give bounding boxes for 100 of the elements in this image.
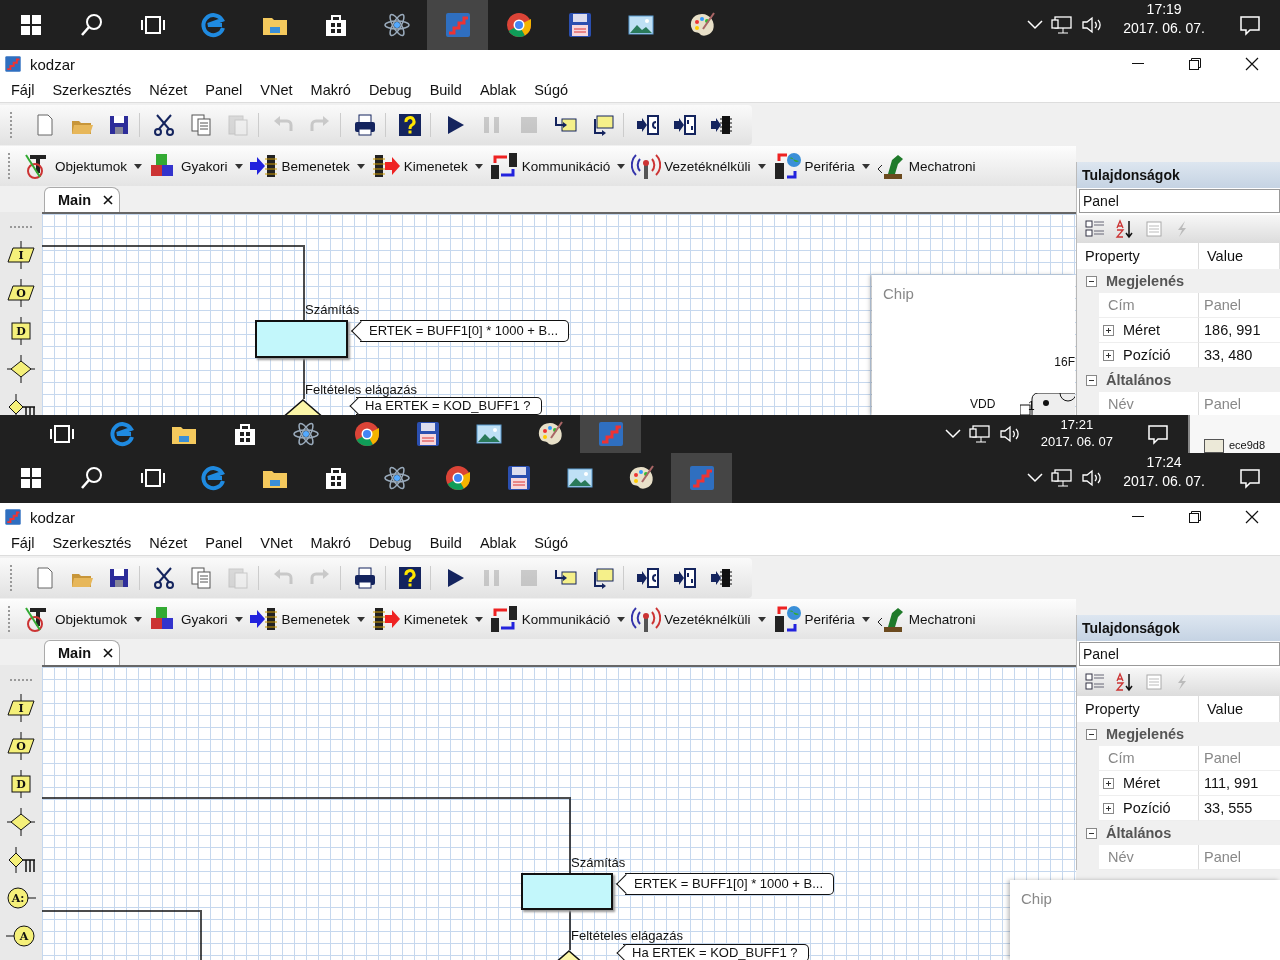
menu-item[interactable]: Súgó xyxy=(525,82,578,98)
toolbar-dropdown[interactable]: Bemenetek xyxy=(245,604,368,634)
notification-icon[interactable] xyxy=(1145,422,1170,446)
property-value[interactable]: 33, 480 xyxy=(1199,343,1280,368)
toolbar-dropdown[interactable]: Periféria xyxy=(768,151,873,181)
process-block[interactable] xyxy=(521,873,613,910)
copy-icon[interactable] xyxy=(189,112,213,137)
property-name[interactable]: Név xyxy=(1099,392,1199,415)
toolbar-dropdown[interactable]: Vezetéknélküli xyxy=(628,604,769,634)
clock[interactable]: 17:19 2017. 06. 07. xyxy=(1115,0,1219,50)
switch-diamond-icon[interactable] xyxy=(6,845,36,875)
expand-icon[interactable] xyxy=(1103,802,1114,814)
property-value[interactable]: Panel xyxy=(1199,845,1280,870)
categorized-icon[interactable] xyxy=(1085,672,1105,692)
minimize-icon[interactable] xyxy=(1131,516,1144,518)
object-selector[interactable]: Panel xyxy=(1079,189,1280,213)
speaker-icon[interactable] xyxy=(1081,15,1104,35)
network-icon[interactable] xyxy=(1051,15,1074,35)
menu-item[interactable]: Panel xyxy=(196,82,252,98)
property-name[interactable]: Cím xyxy=(1099,746,1199,771)
speaker-icon[interactable] xyxy=(1081,468,1104,488)
expand-icon[interactable] xyxy=(1103,349,1114,361)
arrow-chip-icon[interactable] xyxy=(636,565,660,590)
menu-item[interactable]: Build xyxy=(420,82,471,98)
menu-item[interactable]: Makró xyxy=(301,82,360,98)
menu-item[interactable]: Nézet xyxy=(140,535,197,551)
document-tab[interactable]: Main xyxy=(44,640,121,665)
network-icon[interactable] xyxy=(968,424,991,444)
close-icon[interactable] xyxy=(103,648,114,658)
collapse-icon[interactable] xyxy=(1086,374,1097,386)
property-name[interactable]: Cím xyxy=(1099,293,1199,318)
switch-diamond-icon[interactable] xyxy=(6,392,36,415)
toolbar-dropdown[interactable]: Mechatroni xyxy=(872,151,979,181)
step-out-icon[interactable] xyxy=(591,112,615,137)
close-icon[interactable] xyxy=(103,195,114,205)
collapse-icon[interactable] xyxy=(1086,728,1097,740)
categorized-icon[interactable] xyxy=(1085,219,1105,239)
help-icon[interactable] xyxy=(398,112,422,137)
document-tab[interactable]: Main xyxy=(44,187,121,212)
toolbar-dropdown[interactable]: Vezetéknélküli xyxy=(628,151,769,181)
arrow-chip-icon[interactable] xyxy=(673,112,697,137)
toolbar-dropdown[interactable]: Gyakori xyxy=(145,151,246,181)
toolbar-dropdown[interactable]: Objektumok xyxy=(19,604,146,634)
toolbar-dropdown[interactable]: Objektumok xyxy=(19,151,146,181)
toolbar-dropdown[interactable]: Kimenetek xyxy=(367,604,486,634)
step-out-icon[interactable] xyxy=(591,565,615,590)
arrow-chip-icon[interactable] xyxy=(673,565,697,590)
expand-icon[interactable] xyxy=(1103,324,1114,336)
clock[interactable]: 17:24 2017. 06. 07. xyxy=(1115,453,1219,503)
menu-item[interactable]: Build xyxy=(420,535,471,551)
expand-icon[interactable] xyxy=(1103,777,1114,789)
menu-item[interactable]: Nézet xyxy=(140,82,197,98)
property-value[interactable]: Panel xyxy=(1199,293,1280,318)
menu-item[interactable]: Szerkesztés xyxy=(43,82,141,98)
menu-item[interactable]: VNet xyxy=(251,535,302,551)
close-icon[interactable] xyxy=(1244,57,1259,71)
property-value[interactable]: Panel xyxy=(1199,746,1280,771)
maximize-icon[interactable] xyxy=(1188,58,1201,70)
arrow-chip-icon[interactable] xyxy=(636,112,660,137)
decision-diamond-icon[interactable] xyxy=(6,354,36,384)
toolbar-dropdown[interactable]: Gyakori xyxy=(145,604,246,634)
menu-item[interactable]: VNet xyxy=(251,82,302,98)
printer-icon[interactable] xyxy=(353,565,377,590)
clock[interactable]: 17:21 2017. 06. 07 xyxy=(1032,415,1127,453)
menu-item[interactable]: Szerkesztés xyxy=(43,535,141,551)
decision-diamond-icon[interactable] xyxy=(6,807,36,837)
printer-icon[interactable] xyxy=(353,112,377,137)
notification-icon[interactable] xyxy=(1237,13,1262,37)
process-block[interactable] xyxy=(255,320,348,358)
maximize-icon[interactable] xyxy=(1188,511,1201,523)
close-icon[interactable] xyxy=(1244,510,1259,524)
network-icon[interactable] xyxy=(1051,468,1074,488)
menu-item[interactable]: Ablak xyxy=(470,82,526,98)
property-value[interactable]: 186, 991 xyxy=(1199,318,1280,343)
copy-icon[interactable] xyxy=(189,565,213,590)
scissors-icon[interactable] xyxy=(152,565,176,590)
property-value[interactable]: 111, 991 xyxy=(1199,771,1280,796)
menu-item[interactable]: Debug xyxy=(359,535,421,551)
help-icon[interactable] xyxy=(398,565,422,590)
toolbar-dropdown[interactable]: Kommunikáció xyxy=(485,151,629,181)
property-value[interactable]: 33, 555 xyxy=(1199,796,1280,821)
property-value[interactable]: Panel xyxy=(1199,392,1280,415)
menu-item[interactable]: Súgó xyxy=(525,535,578,551)
toolbar-dropdown[interactable]: Periféria xyxy=(768,604,873,634)
collapse-icon[interactable] xyxy=(1086,827,1097,839)
menu-item[interactable]: Debug xyxy=(359,82,421,98)
toolbar-dropdown[interactable]: Kimenetek xyxy=(367,151,486,181)
minimize-icon[interactable] xyxy=(1131,63,1144,65)
menu-item[interactable]: Fájl xyxy=(2,535,44,551)
menu-item[interactable]: Panel xyxy=(196,535,252,551)
menu-item[interactable]: Makró xyxy=(301,535,360,551)
toolbar-dropdown[interactable]: Kommunikáció xyxy=(485,604,629,634)
speaker-icon[interactable] xyxy=(998,424,1021,444)
notification-icon[interactable] xyxy=(1237,466,1262,490)
object-selector[interactable]: Panel xyxy=(1079,642,1280,666)
menu-item[interactable]: Fájl xyxy=(2,82,44,98)
property-name[interactable]: Név xyxy=(1099,845,1199,870)
toolbar-dropdown[interactable]: Mechatroni xyxy=(872,604,979,634)
collapse-icon[interactable] xyxy=(1086,275,1097,287)
sort-alphabetical-icon[interactable] xyxy=(1115,672,1135,692)
